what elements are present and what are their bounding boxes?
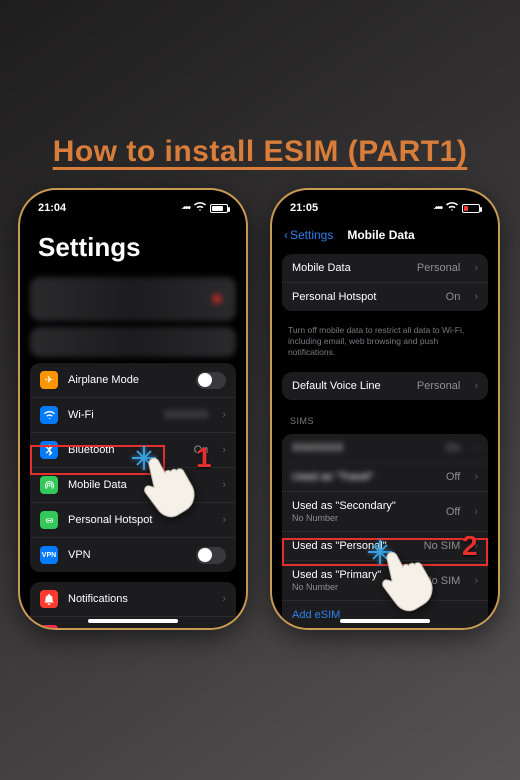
battery-icon [210,204,228,213]
status-time: 21:04 [38,202,66,214]
vpn-icon: VPN [40,546,58,564]
row-value: No SIM [424,575,461,587]
row-label: Used as "Primary" No Number [292,569,414,592]
bell-icon [40,590,58,608]
wifi-icon [40,406,58,424]
chevron-right-icon: › [474,506,478,518]
row-sim-3[interactable]: Used as "Secondary" No Number Off › [282,492,488,532]
row-airplane-mode[interactable]: ✈ Airplane Mode [30,363,236,398]
section-sims-label: SIMs [272,410,498,428]
row-value: Personal [417,380,460,392]
row-value: Off [446,506,460,518]
row-label: Notifications [68,593,212,605]
back-label: Settings [290,228,333,242]
status-icons: •••• [180,202,228,215]
notch [78,190,188,212]
chevron-right-icon: › [222,444,226,456]
row-notifications[interactable]: Notifications › [30,582,236,617]
row-label: Bluetooth [68,444,184,456]
phone-screenshot-1: 21:04 •••• Settings ✈ Airplane Mode [20,190,246,628]
row-value: Personal [417,262,460,274]
phone-screenshot-2: 21:05 •••• ‹ Settings Mobile Data Mobile… [272,190,498,628]
link-icon [40,511,58,529]
row-vpn[interactable]: VPN VPN [30,538,236,572]
speaker-icon [40,625,58,628]
row-personal-hotspot[interactable]: Personal Hotspot On › [282,283,488,311]
battery-icon [462,204,480,213]
row-label: Personal Hotspot [68,514,212,526]
home-indicator [340,619,430,623]
row-mobile-data[interactable]: Mobile Data Personal › [282,254,488,283]
row-value: No SIM [424,540,461,552]
chevron-right-icon: › [222,479,226,491]
row-value: Off [446,471,460,483]
row-wifi[interactable]: Wi-Fi XXXXXX › [30,398,236,433]
row-label: Wi-Fi [68,409,154,421]
row-value: On [446,291,461,303]
airplane-icon: ✈ [40,371,58,389]
step-2-number: 2 [462,530,478,562]
apple-id-row-blurred[interactable] [30,277,236,321]
row-add-esim[interactable]: Add eSIM [282,601,488,628]
airplane-toggle[interactable] [196,372,226,389]
row-sim-1[interactable]: XXXXXXX On › [282,434,488,463]
footnote: Turn off mobile data to restrict all dat… [272,321,498,366]
row-sim-5[interactable]: Used as "Primary" No Number No SIM › [282,561,488,601]
row-label: Mobile Data [292,262,407,274]
row-default-voice-line[interactable]: Default Voice Line Personal › [282,372,488,400]
notch [330,190,440,212]
wifi-icon [194,202,206,215]
group-data-primary: Mobile Data Personal › Personal Hotspot … [282,254,488,311]
nav-bar: ‹ Settings Mobile Data [272,220,498,248]
tutorial-title: How to install ESIM (PART1) [0,135,520,169]
chevron-right-icon: › [222,593,226,605]
row-label: XXXXXXX [292,442,436,454]
row-sim-4[interactable]: Used as "Personal" No SIM › [282,532,488,561]
row-value: On [446,442,461,454]
row-value: XXXXXX [164,409,208,421]
settings-header: Settings [20,220,246,271]
row-label: Used as "Personal" [292,540,414,552]
chevron-left-icon: ‹ [284,228,288,242]
chevron-right-icon: › [222,514,226,526]
chevron-right-icon: › [474,471,478,483]
screen-title: Mobile Data [347,228,414,242]
row-label: Used as "Travel" [292,471,436,483]
chevron-right-icon: › [474,575,478,587]
status-icons: •••• [432,202,480,215]
row-label: VPN [68,549,186,561]
wifi-icon [446,202,458,215]
row-label: Default Voice Line [292,380,407,392]
chevron-right-icon: › [474,442,478,454]
back-button[interactable]: ‹ Settings [284,228,333,242]
row-personal-hotspot[interactable]: Personal Hotspot › [30,503,236,538]
blurred-row[interactable] [30,327,236,357]
row-label: Used as "Secondary" No Number [292,500,436,523]
chevron-right-icon: › [474,262,478,274]
chevron-right-icon: › [222,409,226,421]
row-label: Mobile Data [68,479,212,491]
group-voice: Default Voice Line Personal › [282,372,488,400]
row-sim-2[interactable]: Used as "Travel" Off › [282,463,488,492]
chevron-right-icon: › [474,291,478,303]
row-label: Airplane Mode [68,374,186,386]
vpn-toggle[interactable] [196,547,226,564]
antenna-icon [40,476,58,494]
bluetooth-icon [40,441,58,459]
row-label: Personal Hotspot [292,291,436,303]
step-1-number: 1 [196,442,212,474]
status-time: 21:05 [290,202,318,214]
chevron-right-icon: › [474,380,478,392]
home-indicator [88,619,178,623]
group-sims: XXXXXXX On › Used as "Travel" Off › Used… [282,434,488,628]
